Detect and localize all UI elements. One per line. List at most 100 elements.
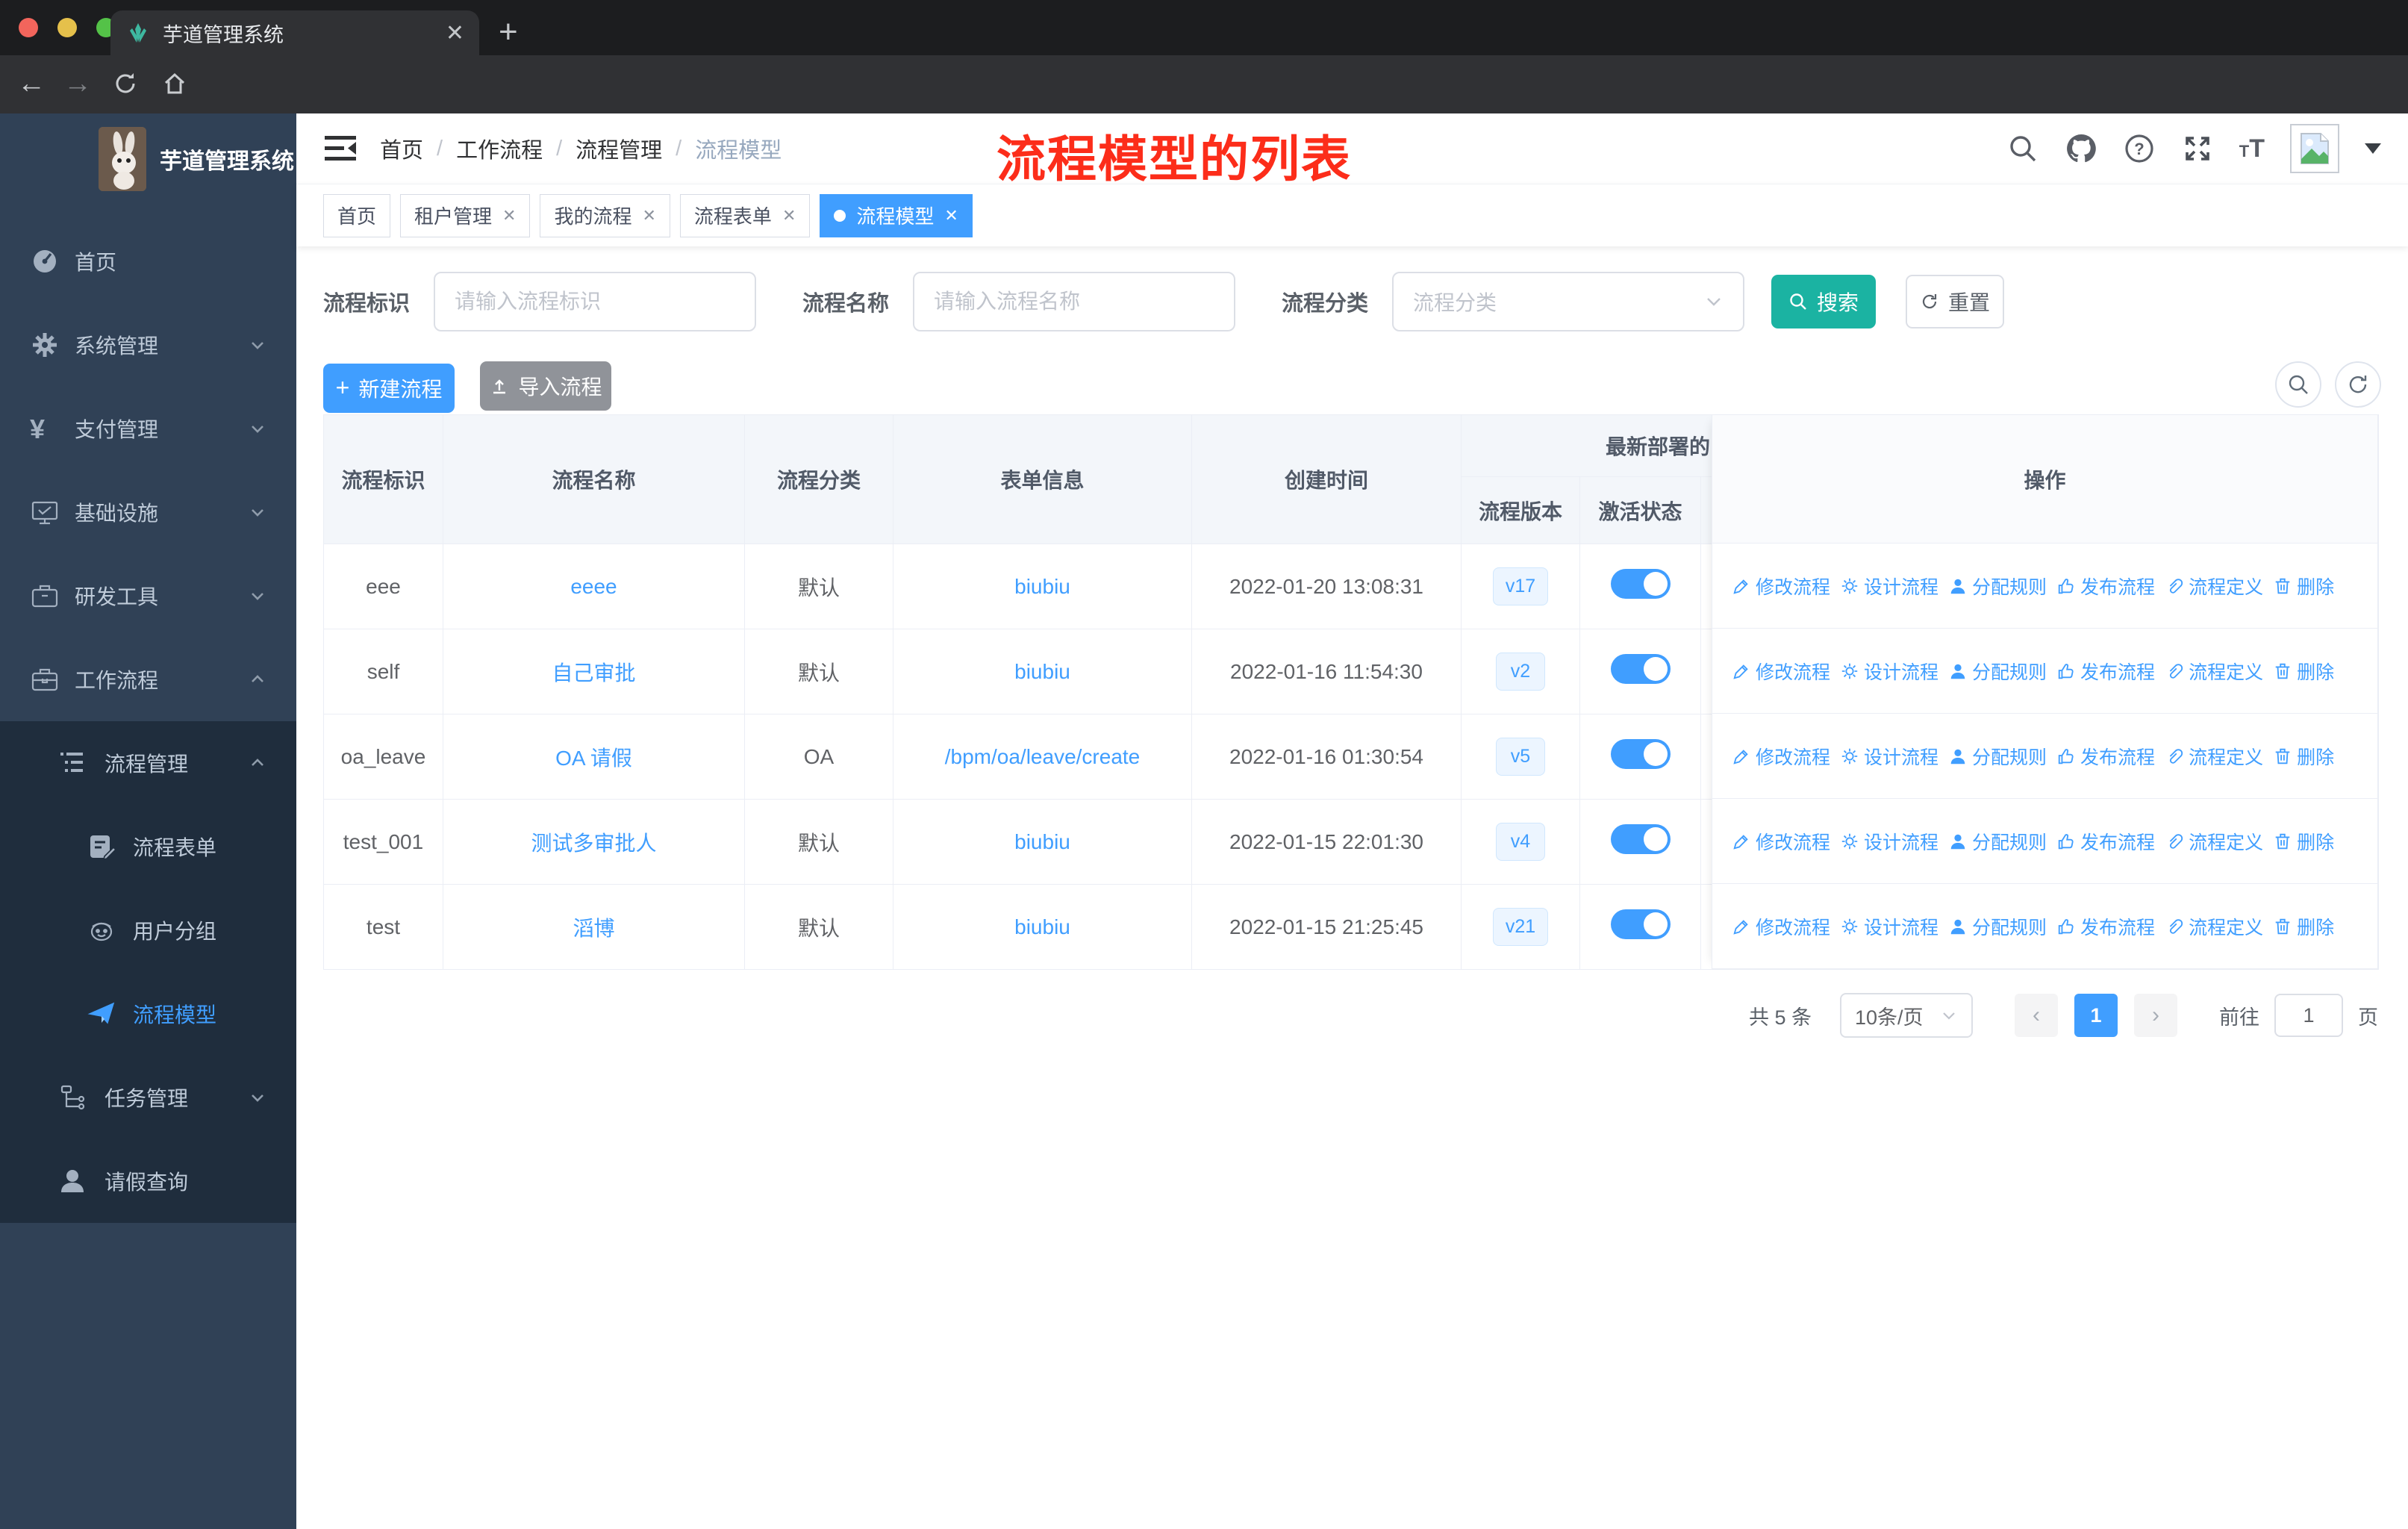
sidebar-item-process-mgmt[interactable]: 流程管理 [0, 721, 296, 805]
edit-process-link[interactable]: 修改流程 [1732, 573, 1830, 600]
breadcrumb-home[interactable]: 首页 [380, 133, 423, 164]
sidebar-item-user-group[interactable]: 用户分组 [0, 888, 296, 972]
font-size-icon[interactable]: TT [2239, 134, 2265, 164]
caret-down-icon[interactable] [2365, 143, 2381, 154]
collapse-sidebar-icon[interactable] [323, 133, 358, 164]
goto-page-input[interactable]: 1 [2274, 994, 2343, 1037]
tag-process-form[interactable]: 流程表单 ✕ [679, 193, 811, 237]
breadcrumb-process-mgmt[interactable]: 流程管理 [576, 133, 662, 164]
version-badge[interactable]: v17 [1492, 567, 1549, 605]
publish-process-link[interactable]: 发布流程 [2056, 573, 2155, 600]
sidebar-item-task-mgmt[interactable]: 任务管理 [0, 1056, 296, 1139]
version-badge[interactable]: v5 [1496, 738, 1545, 776]
browser-tab[interactable]: 芋道管理系统 ✕ [110, 10, 479, 55]
version-badge[interactable]: v21 [1492, 908, 1549, 946]
delete-process-link[interactable]: 删除 [2273, 913, 2334, 940]
process-name-link[interactable]: OA 请假 [555, 747, 632, 770]
assign-rule-link[interactable]: 分配规则 [1948, 658, 2047, 685]
page-size-select[interactable]: 10条/页 [1840, 993, 1973, 1038]
edit-process-link[interactable]: 修改流程 [1732, 658, 1830, 685]
delete-process-link[interactable]: 删除 [2273, 828, 2334, 855]
search-button[interactable]: 搜索 [1771, 275, 1877, 328]
form-info-link[interactable]: /bpm/oa/leave/create [945, 745, 1141, 768]
form-info-link[interactable]: biubiu [1014, 660, 1070, 683]
active-toggle[interactable] [1610, 824, 1671, 854]
tag-home[interactable]: 首页 [323, 193, 391, 237]
tab-close-icon[interactable]: ✕ [446, 20, 464, 46]
fullscreen-icon[interactable] [2181, 132, 2214, 165]
close-icon[interactable]: ✕ [642, 206, 655, 225]
sidebar-item-payment[interactable]: ¥ 支付管理 [0, 387, 296, 470]
github-icon[interactable] [2065, 132, 2097, 165]
tag-tenant[interactable]: 租户管理 ✕ [400, 193, 531, 237]
publish-process-link[interactable]: 发布流程 [2056, 743, 2155, 770]
sidebar-item-infra[interactable]: 基础设施 [0, 470, 296, 554]
help-icon[interactable]: ? [2123, 132, 2156, 165]
process-name-link[interactable]: 测试多审批人 [531, 832, 656, 855]
create-process-button[interactable]: + 新建流程 [323, 363, 455, 413]
back-icon[interactable]: ← [15, 67, 48, 100]
design-process-link[interactable]: 设计流程 [1840, 658, 1938, 685]
version-badge[interactable]: v2 [1496, 653, 1545, 691]
process-definition-link[interactable]: 流程定义 [2165, 743, 2263, 770]
next-page-button[interactable]: › [2134, 994, 2177, 1037]
assign-rule-link[interactable]: 分配规则 [1948, 828, 2047, 855]
design-process-link[interactable]: 设计流程 [1840, 828, 1938, 855]
process-name-link[interactable]: 自己审批 [552, 661, 635, 685]
sidebar-item-workflow[interactable]: 工作流程 [0, 638, 296, 721]
prev-page-button[interactable]: ‹ [2015, 994, 2058, 1037]
close-icon[interactable]: ✕ [502, 206, 516, 225]
design-process-link[interactable]: 设计流程 [1840, 913, 1938, 940]
close-window-button[interactable] [19, 18, 38, 37]
tag-process-model[interactable]: 流程模型 ✕ [820, 193, 973, 237]
assign-rule-link[interactable]: 分配规则 [1948, 743, 2047, 770]
sidebar-item-process-model[interactable]: 流程模型 [0, 972, 296, 1056]
assign-rule-link[interactable]: 分配规则 [1948, 573, 2047, 600]
close-icon[interactable]: ✕ [944, 206, 958, 225]
edit-process-link[interactable]: 修改流程 [1732, 828, 1830, 855]
active-toggle[interactable] [1610, 739, 1671, 769]
publish-process-link[interactable]: 发布流程 [2056, 913, 2155, 940]
publish-process-link[interactable]: 发布流程 [2056, 658, 2155, 685]
assign-rule-link[interactable]: 分配规则 [1948, 913, 2047, 940]
process-name-link[interactable]: 滔博 [573, 917, 614, 940]
process-definition-link[interactable]: 流程定义 [2165, 828, 2263, 855]
reset-button[interactable]: 重置 [1906, 275, 2005, 328]
active-toggle[interactable] [1610, 654, 1671, 684]
breadcrumb-workflow[interactable]: 工作流程 [456, 133, 543, 164]
form-info-link[interactable]: biubiu [1014, 830, 1070, 853]
filter-category-select[interactable]: 流程分类 [1392, 272, 1745, 331]
delete-process-link[interactable]: 删除 [2273, 573, 2334, 600]
toggle-search-button[interactable] [2275, 361, 2321, 408]
edit-process-link[interactable]: 修改流程 [1732, 743, 1830, 770]
search-icon[interactable] [2006, 132, 2039, 165]
home-icon[interactable] [158, 67, 191, 100]
sidebar-item-process-form[interactable]: 流程表单 [0, 805, 296, 888]
form-info-link[interactable]: biubiu [1014, 575, 1070, 598]
process-definition-link[interactable]: 流程定义 [2165, 573, 2263, 600]
sidebar-item-leave-query[interactable]: 请假查询 [0, 1139, 296, 1223]
tag-my-process[interactable]: 我的流程 ✕ [540, 193, 670, 237]
app-logo[interactable]: 芋道管理系统 [0, 113, 296, 202]
process-definition-link[interactable]: 流程定义 [2165, 913, 2263, 940]
edit-process-link[interactable]: 修改流程 [1732, 913, 1830, 940]
filter-key-input[interactable] [434, 272, 757, 331]
process-definition-link[interactable]: 流程定义 [2165, 658, 2263, 685]
form-info-link[interactable]: biubiu [1014, 915, 1070, 938]
new-tab-button[interactable]: + [499, 13, 518, 51]
design-process-link[interactable]: 设计流程 [1840, 743, 1938, 770]
reload-icon[interactable] [109, 67, 142, 100]
process-name-link[interactable]: eeee [570, 575, 617, 598]
version-badge[interactable]: v4 [1496, 823, 1545, 861]
active-toggle[interactable] [1610, 909, 1671, 939]
sidebar-item-system[interactable]: 系统管理 [0, 303, 296, 387]
filter-name-input[interactable] [913, 272, 1236, 331]
delete-process-link[interactable]: 删除 [2273, 658, 2334, 685]
import-process-button[interactable]: 导入流程 [480, 361, 612, 411]
current-page[interactable]: 1 [2074, 994, 2118, 1037]
minimize-window-button[interactable] [57, 18, 77, 37]
active-toggle[interactable] [1610, 569, 1671, 599]
sidebar-item-home[interactable]: 首页 [0, 219, 296, 303]
publish-process-link[interactable]: 发布流程 [2056, 828, 2155, 855]
sidebar-item-devtools[interactable]: 研发工具 [0, 554, 296, 638]
